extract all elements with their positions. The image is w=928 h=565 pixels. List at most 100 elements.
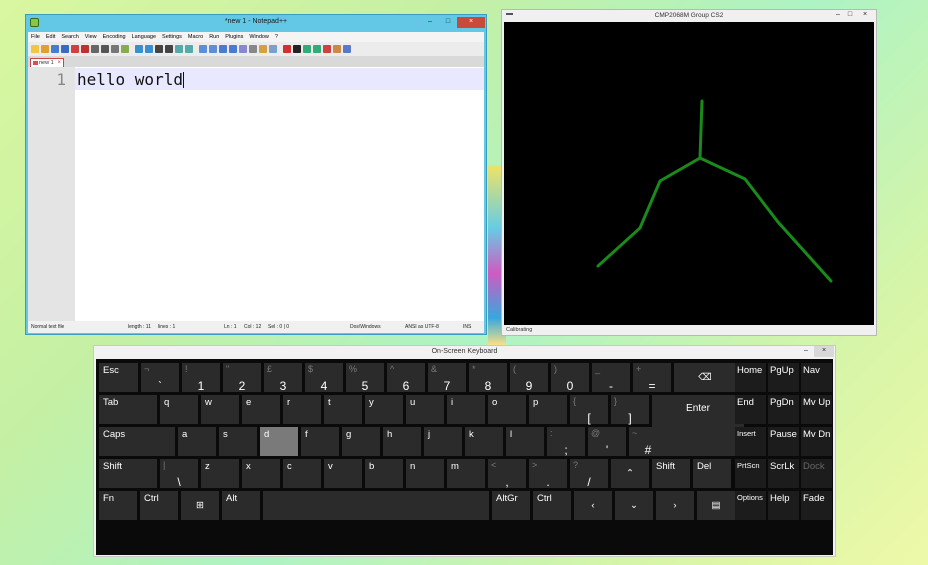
key-1[interactable]: ! 1 — [182, 363, 220, 393]
menu-key-icon[interactable]: ▤ — [697, 491, 735, 520]
glut-minimize-button[interactable]: – — [832, 10, 844, 21]
key-7[interactable]: & 7 — [428, 363, 466, 393]
undo-icon[interactable] — [135, 45, 143, 53]
indent-guide-icon[interactable] — [239, 45, 247, 53]
key-m[interactable]: m — [447, 459, 485, 488]
paste-icon[interactable] — [121, 45, 129, 53]
copy-icon[interactable] — [111, 45, 119, 53]
key-altgr[interactable]: AltGr — [492, 491, 530, 520]
key-o[interactable]: o — [488, 395, 526, 424]
menu-search[interactable]: Search — [61, 34, 78, 40]
key-key[interactable]: ~ # — [629, 427, 667, 457]
osk-titlebar[interactable]: On-Screen Keyboard – × — [94, 346, 835, 359]
key-0[interactable]: ) 0 — [551, 363, 589, 393]
key-insert[interactable]: Insert — [735, 427, 766, 456]
key-key[interactable]: ? / — [570, 459, 608, 489]
menu-settings[interactable]: Settings — [162, 34, 182, 40]
notepadpp-titlebar[interactable]: *new 1 - Notepad++ – □ × — [26, 15, 486, 32]
key-r[interactable]: r — [283, 395, 321, 424]
doc-switcher-icon[interactable] — [343, 45, 351, 53]
tab-close-icon[interactable]: × — [57, 59, 61, 67]
spellcheck-icon[interactable] — [333, 45, 341, 53]
cut-icon[interactable] — [101, 45, 109, 53]
key-shift[interactable]: Shift — [99, 459, 157, 488]
glut-titlebar[interactable]: CMP2068M Group CS2 – □ × — [502, 10, 876, 22]
key-d[interactable]: d — [260, 427, 298, 456]
key-8[interactable]: * 8 — [469, 363, 507, 393]
key-6[interactable]: ^ 6 — [387, 363, 425, 393]
key-e[interactable]: e — [242, 395, 280, 424]
key-b[interactable]: b — [365, 459, 403, 488]
key-mv-up[interactable]: Mv Up — [801, 395, 832, 424]
key-pgup[interactable]: PgUp — [768, 363, 799, 392]
menu-run[interactable]: Run — [209, 34, 219, 40]
doc-map-icon[interactable] — [249, 45, 257, 53]
key-ctrl[interactable]: Ctrl — [533, 491, 571, 520]
tab-new-1[interactable]: new 1 × — [30, 58, 64, 67]
editor-content[interactable]: hello world — [77, 70, 184, 89]
replace-icon[interactable] — [165, 45, 173, 53]
glut-maximize-button[interactable]: □ — [844, 10, 856, 21]
key-g[interactable]: g — [342, 427, 380, 456]
close-all-icon[interactable] — [81, 45, 89, 53]
wrap-icon[interactable] — [219, 45, 227, 53]
new-file-icon[interactable] — [31, 45, 39, 53]
key-key[interactable]: >. — [529, 459, 567, 489]
key-pgdn[interactable]: PgDn — [768, 395, 799, 424]
key-x[interactable]: x — [242, 459, 280, 488]
menu-plugins[interactable]: Plugins — [225, 34, 243, 40]
record-icon[interactable] — [283, 45, 291, 53]
menu-encoding[interactable]: Encoding — [103, 34, 126, 40]
key-esc[interactable]: Esc — [99, 363, 138, 392]
key-nav[interactable]: Nav — [801, 363, 832, 392]
key-del[interactable]: Del — [693, 459, 731, 488]
osk-minimize-button[interactable]: – — [800, 346, 812, 357]
key-y[interactable]: y — [365, 395, 403, 424]
key-ctrl[interactable]: Ctrl — [140, 491, 178, 520]
key-key[interactable]: <, — [488, 459, 526, 489]
opengl-canvas[interactable] — [504, 22, 874, 325]
key-key[interactable]: _ - — [592, 363, 630, 393]
key-home[interactable]: Home — [735, 363, 766, 392]
key-s[interactable]: s — [219, 427, 257, 456]
key-key[interactable]: + = — [633, 363, 671, 393]
open-icon[interactable] — [41, 45, 49, 53]
zoom-out-icon[interactable] — [185, 45, 193, 53]
sync-v-icon[interactable] — [199, 45, 207, 53]
key-k[interactable]: k — [465, 427, 503, 456]
key-9[interactable]: (9 — [510, 363, 548, 393]
windows-icon[interactable]: ⊞ — [181, 491, 219, 520]
key-key[interactable]: ¬ ` — [141, 363, 179, 393]
all-chars-icon[interactable] — [229, 45, 237, 53]
menu-edit[interactable]: Edit — [46, 34, 55, 40]
text-editor[interactable]: 1 hello world — [28, 67, 484, 321]
up-arrow-icon[interactable]: ⌃ — [611, 459, 649, 488]
save-macro-icon[interactable] — [323, 45, 331, 53]
menu-language[interactable]: Language — [132, 34, 156, 40]
key-p[interactable]: p — [529, 395, 567, 424]
down-arrow-icon[interactable]: ⌄ — [615, 491, 653, 520]
key-c[interactable]: c — [283, 459, 321, 488]
key-key[interactable]: {[ — [570, 395, 608, 425]
key-help[interactable]: Help — [768, 491, 799, 520]
menu-view[interactable]: View — [85, 34, 97, 40]
left-arrow-icon[interactable]: ‹ — [574, 491, 612, 520]
key-pause[interactable]: Pause — [768, 427, 799, 456]
save-all-icon[interactable] — [61, 45, 69, 53]
key-fade[interactable]: Fade — [801, 491, 832, 520]
key-h[interactable]: h — [383, 427, 421, 456]
key-backslash[interactable]: | \ — [160, 459, 198, 489]
glut-close-button[interactable]: × — [856, 10, 874, 21]
key-dock[interactable]: Dock — [801, 459, 832, 488]
close-button[interactable]: × — [457, 17, 485, 28]
key-f[interactable]: f — [301, 427, 339, 456]
on-screen-keyboard[interactable]: On-Screen Keyboard – × Esc ¬ `! 1 " 2 £3 $4% 5 ^ 6… — [93, 345, 836, 557]
key-fn[interactable]: Fn — [99, 491, 137, 520]
key-caps[interactable]: Caps — [99, 427, 175, 456]
menu-macro[interactable]: Macro — [188, 34, 203, 40]
key-q[interactable]: q — [160, 395, 198, 424]
key-mv-dn[interactable]: Mv Dn — [801, 427, 832, 456]
minimize-button[interactable]: – — [421, 17, 439, 28]
key-key[interactable]: :; — [547, 427, 585, 457]
function-list-icon[interactable] — [259, 45, 267, 53]
